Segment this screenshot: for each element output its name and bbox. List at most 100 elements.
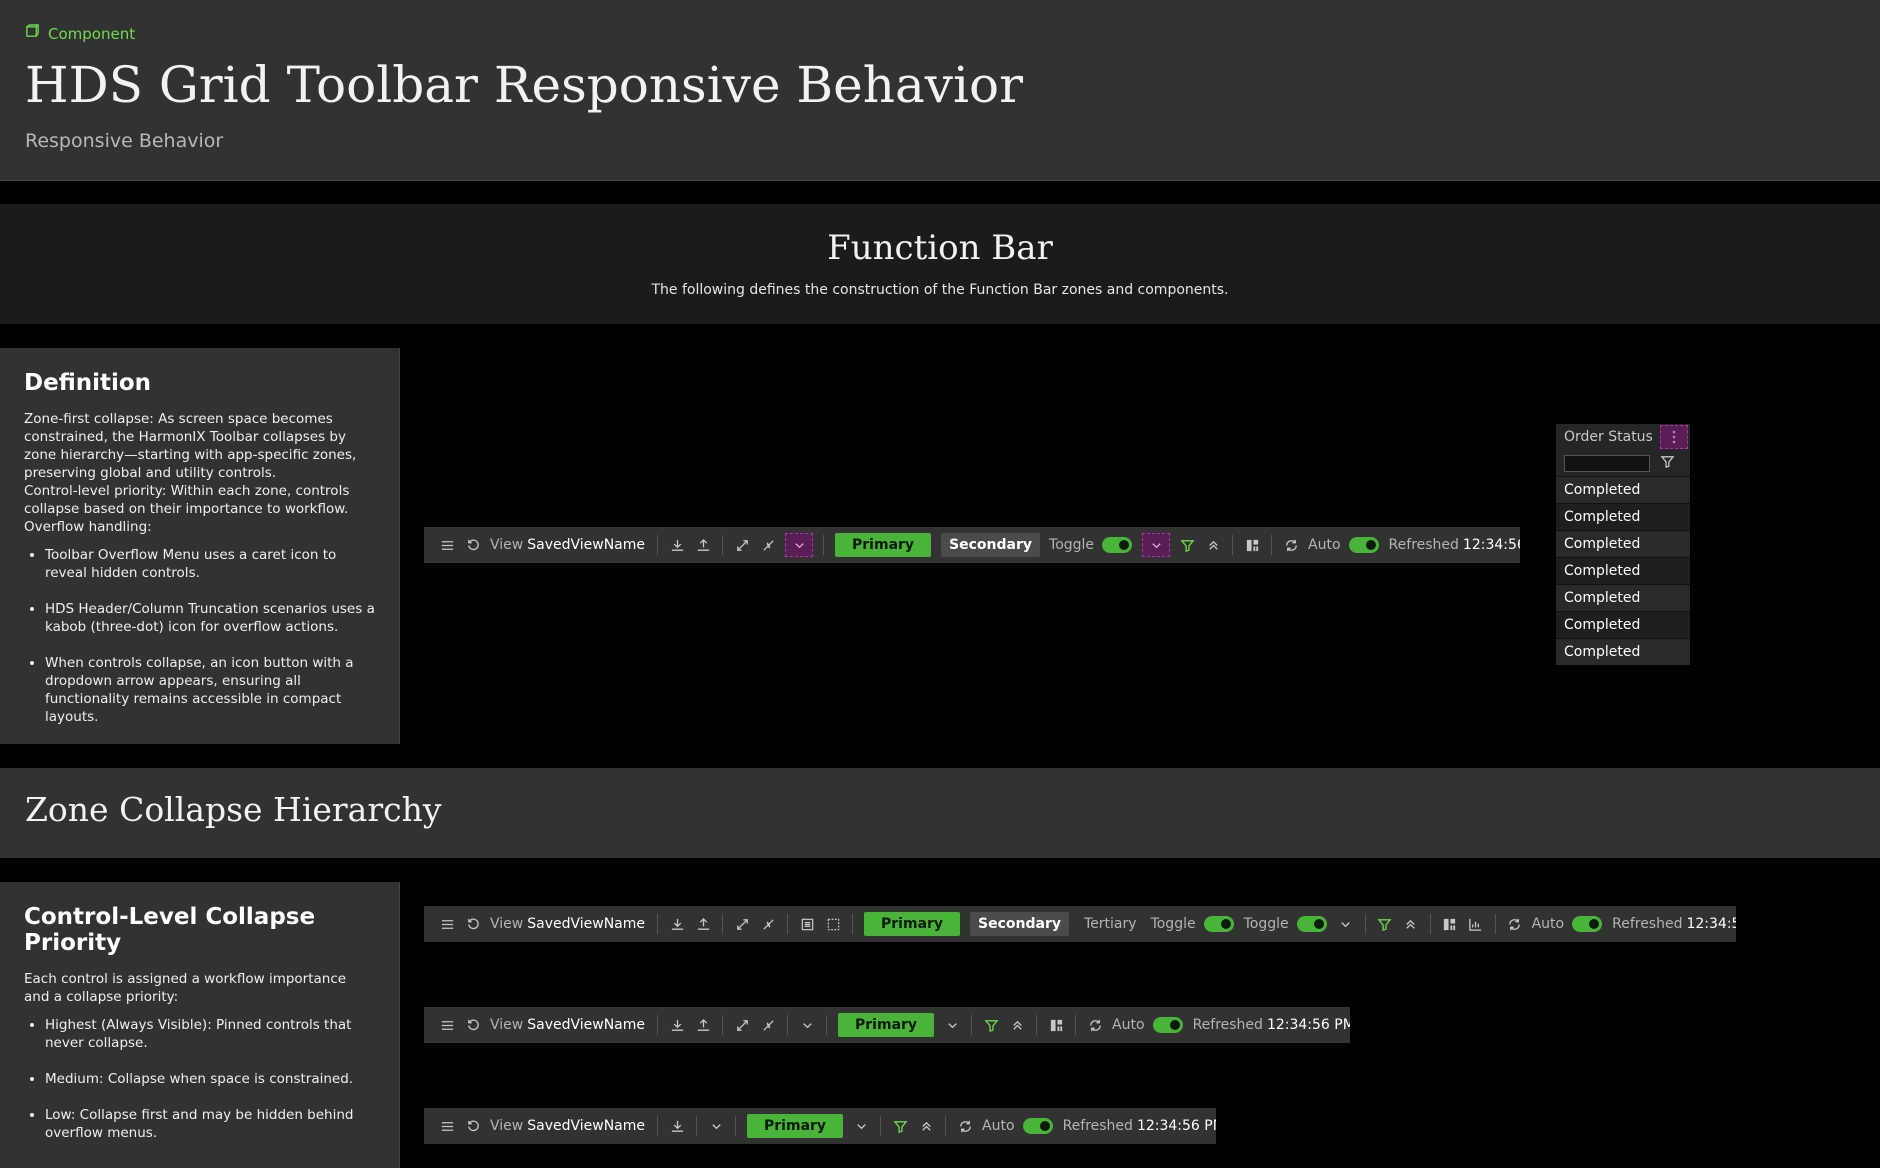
upload-icon[interactable]	[690, 911, 716, 937]
chevrons-up-icon[interactable]	[913, 1113, 939, 1139]
chevron-down-icon[interactable]	[939, 1012, 965, 1038]
primary-button[interactable]: Primary	[835, 533, 932, 557]
divider	[1271, 535, 1273, 555]
expand-icon[interactable]	[729, 532, 755, 558]
column-filter-input[interactable]	[1564, 454, 1650, 472]
menu-icon[interactable]	[434, 532, 460, 558]
primary-button[interactable]: Primary	[864, 912, 961, 936]
divider	[1232, 535, 1234, 555]
view-name[interactable]: SavedViewName	[527, 1118, 645, 1134]
refreshed-time: 12:34:56 PM	[1136, 1118, 1216, 1134]
reset-icon[interactable]	[460, 911, 486, 937]
chevrons-up-icon[interactable]	[1004, 1012, 1030, 1038]
expand-icon[interactable]	[729, 911, 755, 937]
overflow-caret-button[interactable]	[1142, 533, 1171, 557]
layout-icon[interactable]	[1437, 911, 1463, 937]
toggle-label: Toggle	[1243, 916, 1289, 932]
collapse-icon[interactable]	[755, 532, 781, 558]
component-badge: Component	[25, 24, 135, 43]
expand-icon[interactable]	[729, 1012, 755, 1038]
download-icon[interactable]	[664, 532, 690, 558]
menu-icon[interactable]	[434, 1113, 460, 1139]
auto-toggle[interactable]	[1572, 916, 1603, 932]
refreshed-time: 12:34:56 PM	[1266, 1017, 1350, 1033]
view-name[interactable]: SavedViewName	[527, 916, 645, 932]
list-item: When controls collapse, an icon button w…	[45, 654, 375, 726]
chevron-down-icon[interactable]	[703, 1113, 729, 1139]
menu-icon[interactable]	[434, 1012, 460, 1038]
page-title: HDS Grid Toolbar Responsive Behavior	[25, 56, 1024, 114]
deselect-icon[interactable]	[820, 911, 846, 937]
divider	[1075, 1015, 1077, 1035]
view-name[interactable]: SavedViewName	[527, 1017, 645, 1033]
refreshed-label: Refreshed	[1192, 1017, 1263, 1033]
refreshed-label: Refreshed	[1388, 537, 1459, 553]
divider	[657, 1015, 659, 1035]
filter-icon[interactable]	[1372, 911, 1398, 937]
divider	[1494, 914, 1496, 934]
auto-label: Auto	[1112, 1017, 1145, 1033]
refresh-icon[interactable]	[1082, 1012, 1108, 1038]
download-icon[interactable]	[664, 911, 690, 937]
view-label: View	[490, 916, 524, 932]
function-bar-title: Function Bar	[827, 228, 1053, 268]
reset-icon[interactable]	[460, 1012, 486, 1038]
filter-icon[interactable]	[887, 1113, 913, 1139]
auto-label: Auto	[1308, 537, 1341, 553]
table-cell: Completed	[1556, 638, 1690, 665]
filter-icon[interactable]	[1174, 532, 1200, 558]
collapse-icon[interactable]	[755, 911, 781, 937]
toggle-switch[interactable]	[1203, 916, 1234, 932]
auto-toggle[interactable]	[1022, 1118, 1053, 1134]
cube-icon	[25, 24, 40, 43]
auto-toggle[interactable]	[1348, 537, 1379, 553]
page-header: Component HDS Grid Toolbar Responsive Be…	[0, 0, 1880, 181]
auto-toggle[interactable]	[1152, 1017, 1183, 1033]
filter-icon[interactable]	[978, 1012, 1004, 1038]
definition-card: Definition Zone-first collapse: As scree…	[0, 348, 400, 744]
menu-icon[interactable]	[434, 911, 460, 937]
upload-icon[interactable]	[690, 1012, 716, 1038]
table-cell: Completed	[1556, 476, 1690, 503]
reset-icon[interactable]	[460, 1113, 486, 1139]
reset-icon[interactable]	[460, 532, 486, 558]
function-bar-section: Function Bar The following defines the c…	[0, 204, 1880, 324]
definition-body: Zone-first collapse: As screen space bec…	[24, 411, 357, 535]
overflow-caret-button[interactable]	[785, 533, 814, 557]
download-icon[interactable]	[664, 1113, 690, 1139]
refresh-icon[interactable]	[1278, 532, 1304, 558]
layout-icon[interactable]	[1043, 1012, 1069, 1038]
toggle-switch[interactable]	[1296, 916, 1327, 932]
secondary-button[interactable]: Secondary	[941, 533, 1041, 557]
function-bar-description: The following defines the construction o…	[651, 282, 1229, 298]
filter-icon[interactable]	[1660, 454, 1675, 473]
refresh-icon[interactable]	[952, 1113, 978, 1139]
divider	[852, 914, 854, 934]
chevron-down-icon[interactable]	[1333, 911, 1359, 937]
collapse-icon[interactable]	[755, 1012, 781, 1038]
divider	[823, 535, 825, 555]
chevron-down-icon[interactable]	[794, 1012, 820, 1038]
view-name[interactable]: SavedViewName	[527, 537, 645, 553]
download-icon[interactable]	[664, 1012, 690, 1038]
refresh-icon[interactable]	[1502, 911, 1528, 937]
chevrons-up-icon[interactable]	[1398, 911, 1424, 937]
chevrons-up-icon[interactable]	[1200, 532, 1226, 558]
select-all-icon[interactable]	[794, 911, 820, 937]
kebab-menu-icon[interactable]	[1660, 425, 1688, 449]
toolbar-medium: View SavedViewName Primary Auto Refreshe…	[424, 1007, 1350, 1043]
chart-icon[interactable]	[1463, 911, 1489, 937]
divider	[826, 1015, 828, 1035]
secondary-button[interactable]: Secondary	[970, 912, 1070, 936]
primary-button[interactable]: Primary	[838, 1013, 935, 1037]
view-label: View	[490, 537, 524, 553]
primary-button[interactable]: Primary	[747, 1114, 844, 1138]
chevron-down-icon[interactable]	[848, 1113, 874, 1139]
layout-icon[interactable]	[1239, 532, 1265, 558]
toggle-switch[interactable]	[1102, 537, 1133, 553]
toolbar-compact: View SavedViewName Primary Auto Refreshe…	[424, 1108, 1216, 1144]
upload-icon[interactable]	[690, 532, 716, 558]
tertiary-button[interactable]: Tertiary	[1084, 916, 1137, 932]
page-subtitle: Responsive Behavior	[25, 130, 224, 152]
divider	[696, 1116, 698, 1136]
